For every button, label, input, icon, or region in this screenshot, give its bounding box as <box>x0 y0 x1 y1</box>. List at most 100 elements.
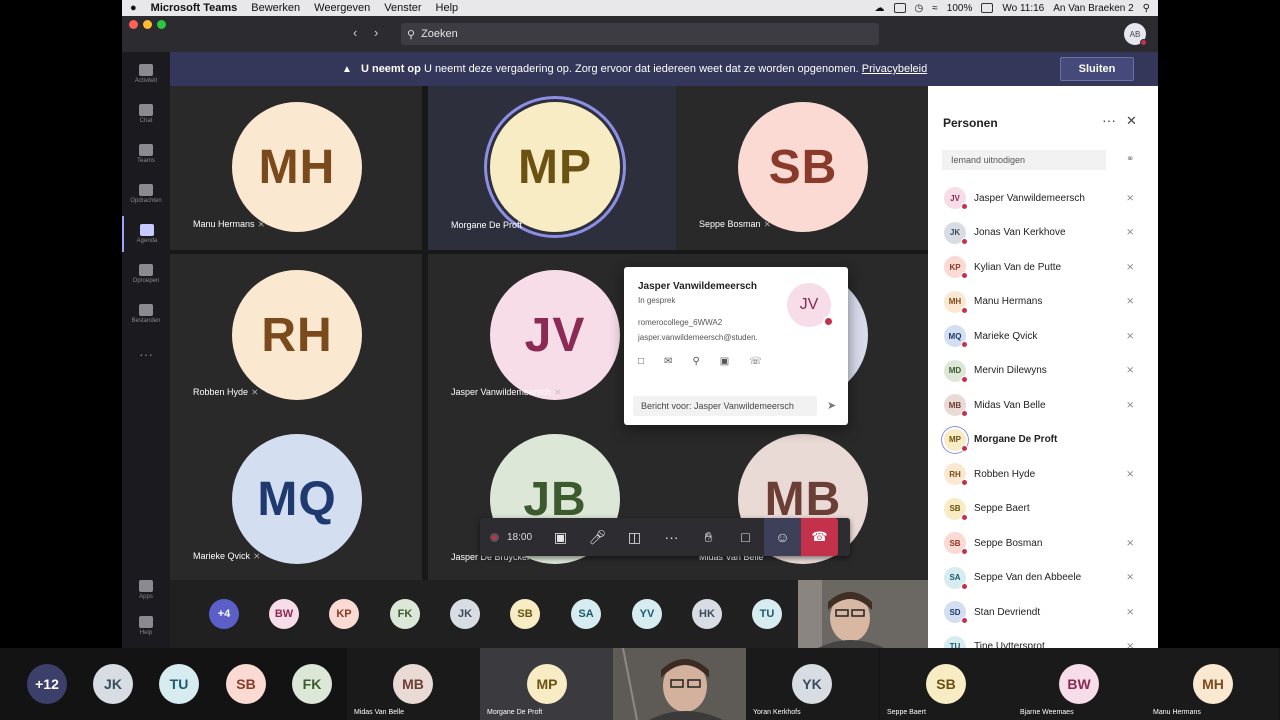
close-icon[interactable]: ✕ <box>1126 113 1137 129</box>
clock-history-icon[interactable]: ◷ <box>915 3 924 14</box>
my-avatar[interactable]: AB <box>1124 23 1147 46</box>
search-input[interactable]: ⚲ Zoeken <box>401 23 879 45</box>
participant-tile[interactable]: MB Midas Van Belle <box>676 418 928 582</box>
people-list-item[interactable]: SB Seppe Bosman ⨯ <box>928 526 1158 560</box>
participant-tile[interactable]: SB Seppe Bosman ⨯ <box>676 86 928 250</box>
people-list-item[interactable]: MP Morgane De Proft <box>928 423 1158 457</box>
back-arrow-icon[interactable]: ‹ <box>353 25 357 40</box>
rail-item-chat[interactable]: Chat <box>122 96 170 132</box>
more-participants-button[interactable]: +4 <box>209 599 239 629</box>
close-window-button[interactable] <box>129 20 138 29</box>
send-icon[interactable]: ➤ <box>827 399 836 412</box>
wifi-icon[interactable]: ≈ <box>932 3 938 14</box>
apple-icon[interactable]: ● <box>130 2 137 14</box>
forward-arrow-icon[interactable]: › <box>374 25 378 40</box>
mic-off-icon[interactable]: ⨯ <box>1126 572 1134 583</box>
rail-more-button[interactable]: ··· <box>122 336 170 372</box>
people-list-item[interactable]: SA Seppe Van den Abbeele ⨯ <box>928 561 1158 595</box>
strip-avatar[interactable]: FK <box>390 599 420 629</box>
camera-button[interactable]: ▣ <box>542 518 579 556</box>
mail-icon[interactable]: ✉ <box>664 356 672 367</box>
strip-avatar[interactable]: HK <box>692 599 722 629</box>
mic-off-icon[interactable]: ⨯ <box>1126 365 1134 376</box>
card-email[interactable]: jasper.vanwildemeersch@studen. <box>638 333 758 342</box>
menu-bewerken[interactable]: Bewerken <box>251 2 300 14</box>
more-actions-button[interactable]: ··· <box>653 518 690 556</box>
privacy-link[interactable]: Privacybeleid <box>862 63 927 75</box>
gallery-avatar[interactable]: MH <box>1193 664 1233 704</box>
people-list-item[interactable]: KP Kylian Van de Putte ⨯ <box>928 250 1158 284</box>
mic-off-icon[interactable]: ⨯ <box>1126 227 1134 238</box>
participant-tile[interactable]: JB Jasper De Bruycker <box>428 418 680 582</box>
gallery-avatar[interactable]: BW <box>1059 664 1099 704</box>
rail-item-help[interactable]: Help <box>122 608 170 644</box>
strip-avatar[interactable]: KP <box>329 599 359 629</box>
cloud-icon[interactable]: ☁ <box>875 3 885 14</box>
rail-item-teams[interactable]: Teams <box>122 136 170 172</box>
self-video[interactable] <box>798 580 928 648</box>
mic-button[interactable]: 🎤︎ <box>579 518 616 556</box>
strip-avatar[interactable]: TU <box>752 599 782 629</box>
chat-icon[interactable]: □ <box>638 356 644 367</box>
chat-button[interactable]: □ <box>727 518 764 556</box>
gallery-avatar[interactable]: TU <box>159 664 199 704</box>
screen-icon[interactable] <box>893 3 906 13</box>
rail-item-bestanden[interactable]: Bestanden <box>122 296 170 332</box>
raise-hand-button[interactable]: ✋︎ <box>690 518 727 556</box>
participants-button[interactable]: ☺ <box>764 518 802 556</box>
mic-off-icon[interactable]: ⨯ <box>1126 400 1134 411</box>
strip-avatar[interactable]: SB <box>510 599 540 629</box>
mic-off-icon[interactable]: ⨯ <box>1126 641 1134 648</box>
rail-item-agenda[interactable]: Agenda <box>122 216 170 252</box>
user-label[interactable]: An Van Braeken 2 <box>1053 3 1133 14</box>
rail-item-apps[interactable]: Apps <box>122 572 170 608</box>
mic-off-icon[interactable]: ⨯ <box>1126 607 1134 618</box>
participant-tile[interactable]: MQ Marieke Qvick ⨯ <box>170 418 422 582</box>
mic-off-icon[interactable]: ⨯ <box>1126 538 1134 549</box>
card-message-input[interactable]: Bericht voor: Jasper Vanwildemeersch <box>633 396 817 416</box>
spotlight-icon[interactable]: ⚲ <box>1143 3 1150 14</box>
invite-input[interactable]: Iemand uitnodigen <box>942 150 1106 170</box>
mic-off-icon[interactable]: ⨯ <box>1126 469 1134 480</box>
people-list-item[interactable]: SD Stan Devriendt ⨯ <box>928 595 1158 629</box>
app-menu[interactable]: Microsoft Teams <box>151 2 238 14</box>
share-link-icon[interactable]: ⚭ <box>1126 154 1134 165</box>
minimize-window-button[interactable] <box>143 20 152 29</box>
menu-weergeven[interactable]: Weergeven <box>314 2 370 14</box>
share-screen-button[interactable]: ◫ <box>616 518 653 556</box>
strip-avatar[interactable]: YV <box>632 599 662 629</box>
menu-help[interactable]: Help <box>436 2 459 14</box>
people-list-item[interactable]: JV Jasper Vanwildemeersch ⨯ <box>928 181 1158 215</box>
gallery-avatar[interactable]: YK <box>792 664 832 704</box>
people-list-item[interactable]: TU Tine Uyttersprot ⨯ <box>928 630 1158 648</box>
rail-item-opdrachten[interactable]: Opdrachten <box>122 176 170 212</box>
mic-off-icon[interactable]: ⨯ <box>1126 331 1134 342</box>
gallery-avatar[interactable]: JK <box>93 664 133 704</box>
more-icon[interactable]: ··· <box>1102 112 1116 128</box>
people-list-item[interactable]: MD Mervin Dilewyns ⨯ <box>928 354 1158 388</box>
gallery-avatar[interactable]: MP <box>527 664 567 704</box>
people-list-item[interactable]: SB Seppe Baert <box>928 492 1158 526</box>
more-participants-button[interactable]: +12 <box>27 664 67 704</box>
strip-avatar[interactable]: BW <box>269 599 299 629</box>
video-call-icon[interactable]: ▣ <box>720 356 729 367</box>
mic-off-icon[interactable]: ⨯ <box>1126 193 1134 204</box>
menu-venster[interactable]: Venster <box>384 2 421 14</box>
participant-tile-speaking[interactable]: MP Morgane De Proft <box>428 86 680 250</box>
org-chart-icon[interactable]: ⚲ <box>692 356 699 367</box>
clock-label[interactable]: Wo 11:16 <box>1002 3 1044 14</box>
strip-avatar[interactable]: SA <box>571 599 601 629</box>
gallery-avatar[interactable]: SB <box>926 664 966 704</box>
hang-up-button[interactable]: ☎ <box>801 518 839 556</box>
zoom-window-button[interactable] <box>157 20 166 29</box>
mic-off-icon[interactable]: ⨯ <box>1126 296 1134 307</box>
mic-off-icon[interactable]: ⨯ <box>1126 262 1134 273</box>
rail-item-activiteit[interactable]: Activiteit <box>122 56 170 92</box>
people-list-item[interactable]: JK Jonas Van Kerkhove ⨯ <box>928 216 1158 250</box>
phone-icon[interactable]: ☏ <box>749 356 762 367</box>
people-list-item[interactable]: RH Robben Hyde ⨯ <box>928 457 1158 491</box>
participant-tile[interactable]: MH Manu Hermans ⨯ <box>170 86 422 250</box>
people-list-item[interactable]: MQ Marieke Qvick ⨯ <box>928 319 1158 353</box>
rail-item-oproepen[interactable]: Oproepen <box>122 256 170 292</box>
strip-avatar[interactable]: JK <box>450 599 480 629</box>
